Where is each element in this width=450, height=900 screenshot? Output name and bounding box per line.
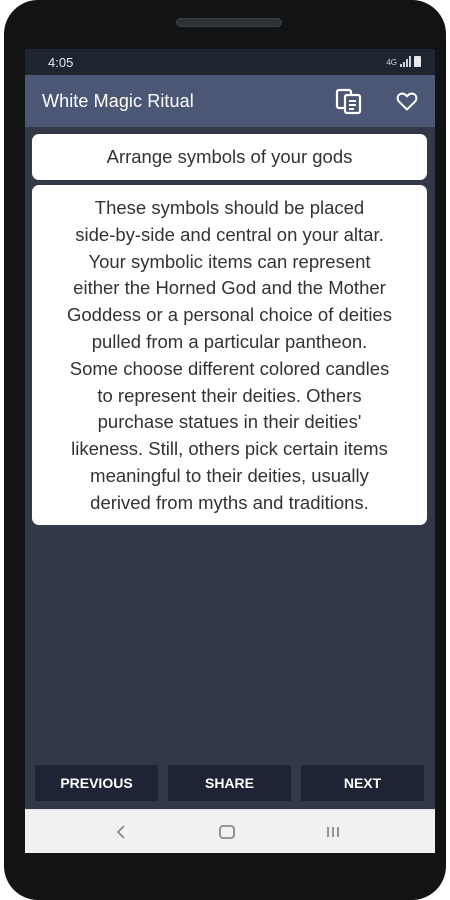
status-icons: 4G — [386, 56, 421, 67]
app-screen: 4:05 4G White Magic Ritual Arrange symbo… — [25, 49, 435, 853]
previous-button[interactable]: PREVIOUS — [35, 765, 158, 801]
description-line: side-by-side and central on your altar. — [75, 223, 384, 245]
step-title-card: Arrange symbols of your gods — [32, 134, 427, 180]
app-bar: White Magic Ritual — [25, 75, 435, 127]
description-line: purchase statues in their deities' — [97, 411, 362, 433]
system-navigation-bar — [25, 809, 435, 853]
status-time: 4:05 — [48, 55, 74, 70]
favorite-button[interactable] — [391, 86, 423, 116]
back-icon — [116, 825, 125, 839]
step-title: Arrange symbols of your gods — [106, 146, 353, 167]
description-line: Goddess or a personal choice of deities — [67, 304, 392, 326]
phone-speaker — [176, 18, 282, 27]
description-line: likeness. Still, others pick certain ite… — [71, 438, 388, 460]
description-line: meaningful to their deities, usually — [90, 464, 369, 486]
signal-icon — [400, 56, 411, 67]
description-line: derived from myths and traditions. — [90, 491, 369, 513]
home-icon — [219, 825, 235, 839]
share-button[interactable]: SHARE — [168, 765, 291, 801]
description-line: either the Horned God and the Mother — [73, 277, 386, 299]
copy-icon — [335, 88, 362, 115]
navigation-buttons: PREVIOUS SHARE NEXT — [35, 765, 425, 801]
home-button[interactable] — [207, 818, 247, 846]
description-line: Some choose different colored candles — [69, 357, 390, 379]
status-bar: 4:05 4G — [25, 49, 435, 75]
back-button[interactable] — [101, 818, 141, 846]
recents-button[interactable] — [313, 818, 353, 846]
network-type-label: 4G — [386, 58, 397, 67]
next-button[interactable]: NEXT — [301, 765, 424, 801]
copy-button[interactable] — [333, 86, 365, 116]
description-line: pulled from a particular pantheon. — [91, 330, 368, 352]
recents-icon — [327, 827, 339, 837]
battery-icon — [414, 56, 421, 67]
description-line: These symbols should be placed — [94, 197, 365, 218]
step-description-card: These symbols should be placed side-by-s… — [32, 185, 427, 525]
app-title: White Magic Ritual — [42, 91, 194, 111]
description-line: Your symbolic items can represent — [88, 250, 371, 272]
description-line: to represent their deities. Others — [97, 384, 362, 406]
heart-icon — [396, 92, 418, 111]
phone-frame: 4:05 4G White Magic Ritual Arrange symbo… — [4, 0, 446, 900]
